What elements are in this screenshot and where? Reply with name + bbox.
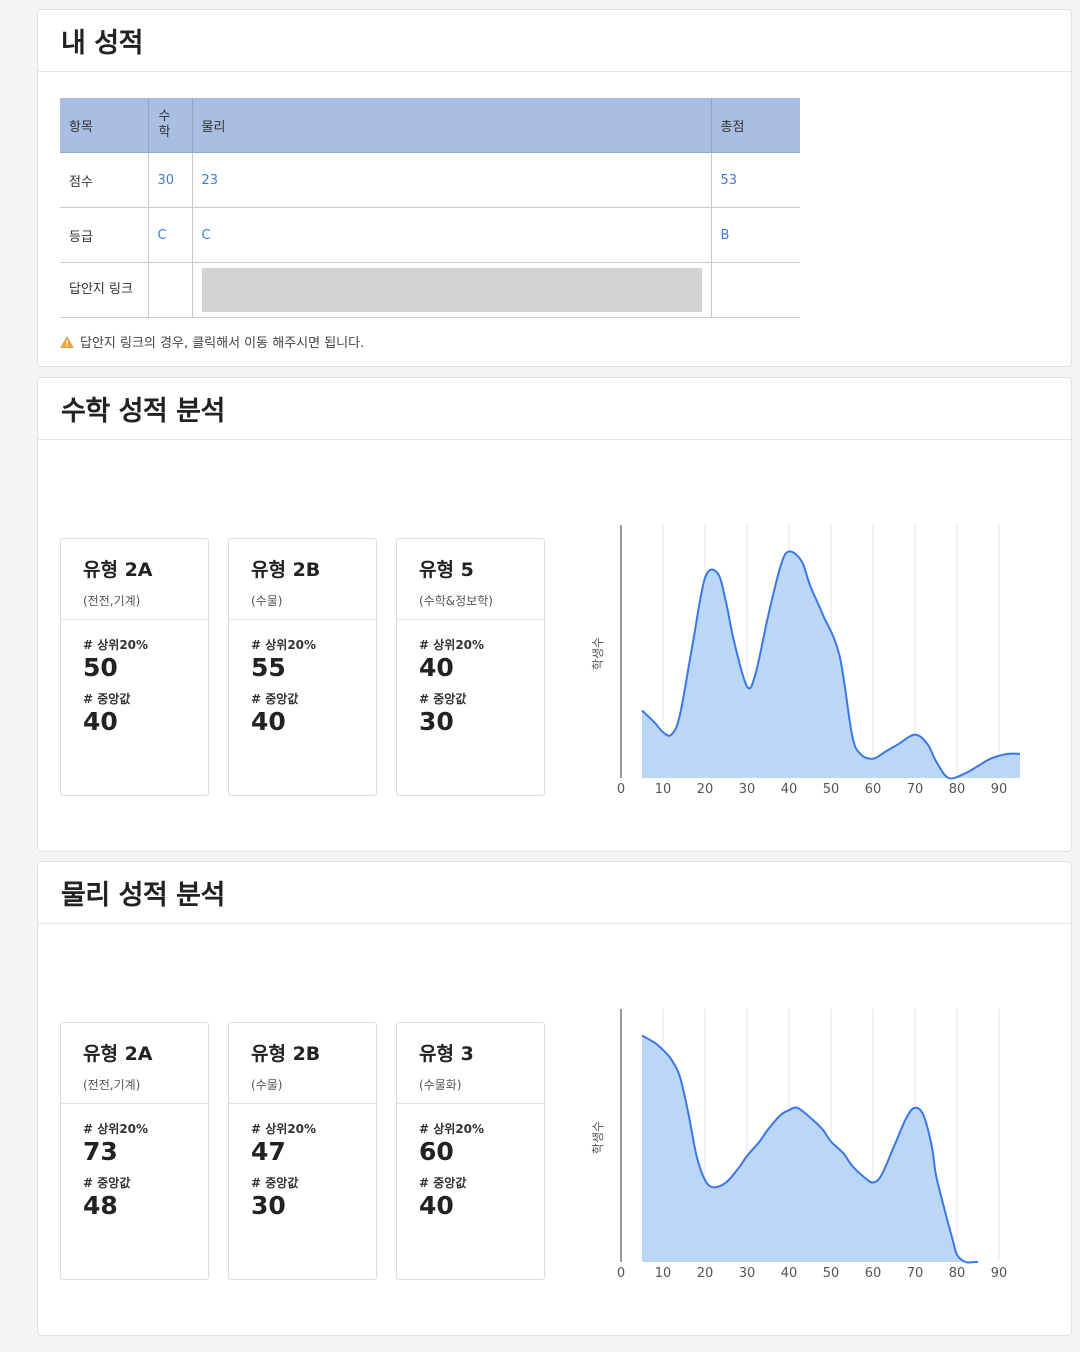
x-tick-label: 70 — [907, 782, 924, 797]
x-tick-label: 0 — [617, 782, 625, 797]
row-label: 답안지 링크 — [60, 262, 149, 318]
physics-stat-card-2a: 유형 2A (전전,기계) # 상위20% 73 # 중앙값 48 — [60, 1022, 209, 1280]
x-tick-label: 0 — [617, 1266, 625, 1281]
stat-title: 유형 2A — [83, 559, 153, 581]
card-header: 수학 성적 분석 — [38, 378, 1071, 440]
top20-label: # 상위20% — [251, 638, 317, 652]
median-value: 48 — [83, 1191, 118, 1220]
top20-label: # 상위20% — [83, 1122, 149, 1136]
x-tick-label: 60 — [865, 782, 882, 797]
x-tick-label: 30 — [739, 1266, 756, 1281]
x-tick-label: 50 — [823, 1266, 840, 1281]
my-scores-card: 내 성적 항목 수학 물리 총점 점수 30 23 53 등급 C C B 답안… — [37, 9, 1072, 367]
warning-icon — [60, 335, 74, 348]
math-grade: C — [148, 207, 193, 263]
header-physics: 물리 — [192, 98, 712, 153]
top20-value: 55 — [251, 653, 286, 682]
x-tick-label: 80 — [949, 1266, 966, 1281]
top20-value: 50 — [83, 653, 118, 682]
table-row: 점수 30 23 53 — [60, 152, 800, 208]
physics-distribution-chart: 0 10 20 30 40 50 60 70 80 90 학생수 — [591, 1009, 1008, 1281]
row-label: 점수 — [60, 152, 149, 208]
top20-label: # 상위20% — [419, 1122, 485, 1136]
stat-title: 유형 2B — [251, 1043, 321, 1065]
stat-subtitle: (수학&정보학) — [419, 594, 493, 608]
card-header: 내 성적 — [38, 10, 1071, 72]
x-tick-label: 40 — [781, 782, 798, 797]
header-item: 항목 — [60, 98, 149, 153]
median-label: # 중앙값 — [251, 692, 299, 706]
median-label: # 중앙값 — [419, 692, 467, 706]
median-value: 40 — [419, 1191, 454, 1220]
area-fill — [642, 1035, 978, 1263]
top20-label: # 상위20% — [251, 1122, 317, 1136]
table-header-row: 항목 수학 물리 총점 — [60, 98, 800, 153]
my-scores-title: 내 성적 — [61, 28, 143, 59]
header-math: 수학 — [148, 98, 193, 153]
x-tick-label: 70 — [907, 1266, 924, 1281]
median-value: 30 — [419, 707, 454, 736]
top20-value: 40 — [419, 653, 454, 682]
math-score: 30 — [148, 152, 193, 208]
notice: 답안지 링크의 경우, 클릭해서 이동 해주시면 됩니다. — [60, 332, 364, 351]
physics-analysis-title: 물리 성적 분석 — [61, 880, 225, 911]
score-table: 항목 수학 물리 총점 점수 30 23 53 등급 C C B 답안지 링크 — [60, 98, 800, 318]
x-tick-label: 20 — [697, 1266, 714, 1281]
total-score: 53 — [711, 152, 800, 208]
physics-answer-link[interactable] — [192, 262, 712, 318]
x-tick-label: 90 — [991, 1266, 1008, 1281]
total-answer-link — [711, 262, 800, 318]
row-label: 등급 — [60, 207, 149, 263]
median-value: 30 — [251, 1191, 286, 1220]
median-value: 40 — [251, 707, 286, 736]
stat-title: 유형 5 — [419, 559, 474, 581]
table-row: 답안지 링크 — [60, 262, 800, 318]
x-tick-label: 40 — [781, 1266, 798, 1281]
x-tick-label: 10 — [655, 1266, 672, 1281]
answer-link-placeholder[interactable] — [201, 268, 702, 312]
math-distribution-chart: 0 10 20 30 40 50 60 70 80 90 학생수 — [591, 525, 1021, 797]
x-tick-label: 90 — [991, 782, 1008, 797]
physics-stat-card-3: 유형 3 (수물화) # 상위20% 60 # 중앙값 40 — [396, 1022, 545, 1280]
median-label: # 중앙값 — [83, 692, 131, 706]
total-grade: B — [711, 207, 800, 263]
math-stat-card-5: 유형 5 (수학&정보학) # 상위20% 40 # 중앙값 30 — [396, 538, 545, 796]
card-header: 물리 성적 분석 — [38, 862, 1071, 924]
stat-subtitle: (전전,기계) — [83, 1078, 141, 1092]
top20-label: # 상위20% — [419, 638, 485, 652]
x-tick-label: 80 — [949, 782, 966, 797]
x-tick-label: 60 — [865, 1266, 882, 1281]
top20-value: 47 — [251, 1137, 286, 1166]
x-tick-label: 50 — [823, 782, 840, 797]
stat-subtitle: (수물) — [251, 594, 283, 608]
x-tick-label: 20 — [697, 782, 714, 797]
x-tick-label: 10 — [655, 782, 672, 797]
y-axis-label: 학생수 — [591, 1121, 605, 1154]
top20-value: 60 — [419, 1137, 454, 1166]
median-label: # 중앙값 — [83, 1176, 131, 1190]
top20-value: 73 — [83, 1137, 118, 1166]
stat-subtitle: (수물) — [251, 1078, 283, 1092]
top20-label: # 상위20% — [83, 638, 149, 652]
physics-grade: C — [192, 207, 712, 263]
x-tick-label: 30 — [739, 782, 756, 797]
median-value: 40 — [83, 707, 118, 736]
physics-score: 23 — [192, 152, 712, 208]
stat-subtitle: (수물화) — [419, 1078, 462, 1092]
math-stat-card-2a: 유형 2A (전전,기계) # 상위20% 50 # 중앙값 40 — [60, 538, 209, 796]
stat-title: 유형 2B — [251, 559, 321, 581]
stat-title: 유형 2A — [83, 1043, 153, 1065]
stat-title: 유형 3 — [419, 1043, 474, 1065]
median-label: # 중앙값 — [419, 1176, 467, 1190]
table-row: 등급 C C B — [60, 207, 800, 263]
y-axis-label: 학생수 — [591, 637, 605, 670]
header-total: 총점 — [711, 98, 800, 153]
math-stat-card-2b: 유형 2B (수물) # 상위20% 55 # 중앙값 40 — [228, 538, 377, 796]
physics-stat-card-2b: 유형 2B (수물) # 상위20% 47 # 중앙값 30 — [228, 1022, 377, 1280]
median-label: # 중앙값 — [251, 1176, 299, 1190]
math-analysis-title: 수학 성적 분석 — [61, 396, 225, 427]
stat-subtitle: (전전,기계) — [83, 594, 141, 608]
notice-text: 답안지 링크의 경우, 클릭해서 이동 해주시면 됩니다. — [80, 336, 365, 351]
math-answer-link[interactable] — [148, 262, 193, 318]
